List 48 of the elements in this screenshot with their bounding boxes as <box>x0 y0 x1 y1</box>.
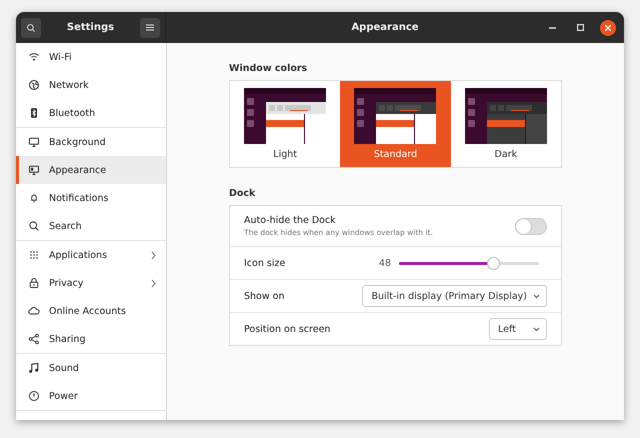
wifi-icon <box>28 51 40 63</box>
section-heading: Dock <box>229 188 256 199</box>
bluetooth-icon <box>28 107 40 119</box>
music-icon <box>28 362 40 374</box>
sidebar-item[interactable]: Bluetooth <box>16 99 166 127</box>
sidebar-item[interactable]: Online Accounts <box>16 297 166 325</box>
sidebar-item[interactable]: Network <box>16 71 166 99</box>
dropdown[interactable]: Left <box>489 318 547 340</box>
sidebar-item[interactable]: Background <box>16 128 166 156</box>
maximize-icon <box>576 24 584 31</box>
setting-label: Position on screen <box>244 324 332 334</box>
lock-icon <box>28 277 40 289</box>
sidebar-title: Settings <box>66 22 114 33</box>
sidebar-item[interactable]: Wi-Fi <box>16 43 166 71</box>
section-heading: Window colors <box>229 63 308 74</box>
slider-value: 48 <box>378 258 391 268</box>
sidebar-item[interactable]: Power <box>16 382 166 410</box>
search-icon <box>28 220 40 232</box>
theme-option[interactable]: Standard <box>340 81 451 167</box>
chevron-down-icon <box>533 294 540 298</box>
setting-label: Show on <box>244 290 286 302</box>
setting-label: Auto-hide the Dock <box>244 215 337 226</box>
slider-handle[interactable] <box>486 256 500 270</box>
chevron-down-icon <box>533 326 540 332</box>
theme-option[interactable]: Dark <box>450 81 561 167</box>
minimize-icon <box>548 26 556 28</box>
sidebar-item[interactable]: Applications <box>16 241 166 269</box>
theme-option[interactable]: Light <box>230 81 340 167</box>
sidebar-item[interactable]: Appearance <box>16 156 166 184</box>
sidebar-item[interactable]: Sharing <box>16 325 166 353</box>
sidebar-item[interactable]: Privacy <box>16 269 166 297</box>
power-icon <box>28 390 40 402</box>
close-icon <box>605 24 611 30</box>
sidebar-item[interactable]: Search <box>16 212 166 240</box>
search-icon <box>26 22 36 32</box>
share-icon <box>28 333 40 345</box>
menu-button[interactable] <box>140 18 160 38</box>
window-title: Appearance <box>350 22 420 33</box>
cloud-icon <box>28 305 40 317</box>
toggle-switch[interactable] <box>515 218 547 234</box>
menu-icon <box>146 24 154 31</box>
sidebar-item[interactable]: Notifications <box>16 184 166 212</box>
apps-icon <box>28 249 40 261</box>
search-button[interactable] <box>21 18 41 38</box>
close-button[interactable] <box>600 20 616 36</box>
setting-label: Icon size <box>244 258 286 268</box>
sidebar-item[interactable]: Sound <box>16 354 166 382</box>
dropdown[interactable]: Built-in display (Primary Display) <box>362 285 547 307</box>
